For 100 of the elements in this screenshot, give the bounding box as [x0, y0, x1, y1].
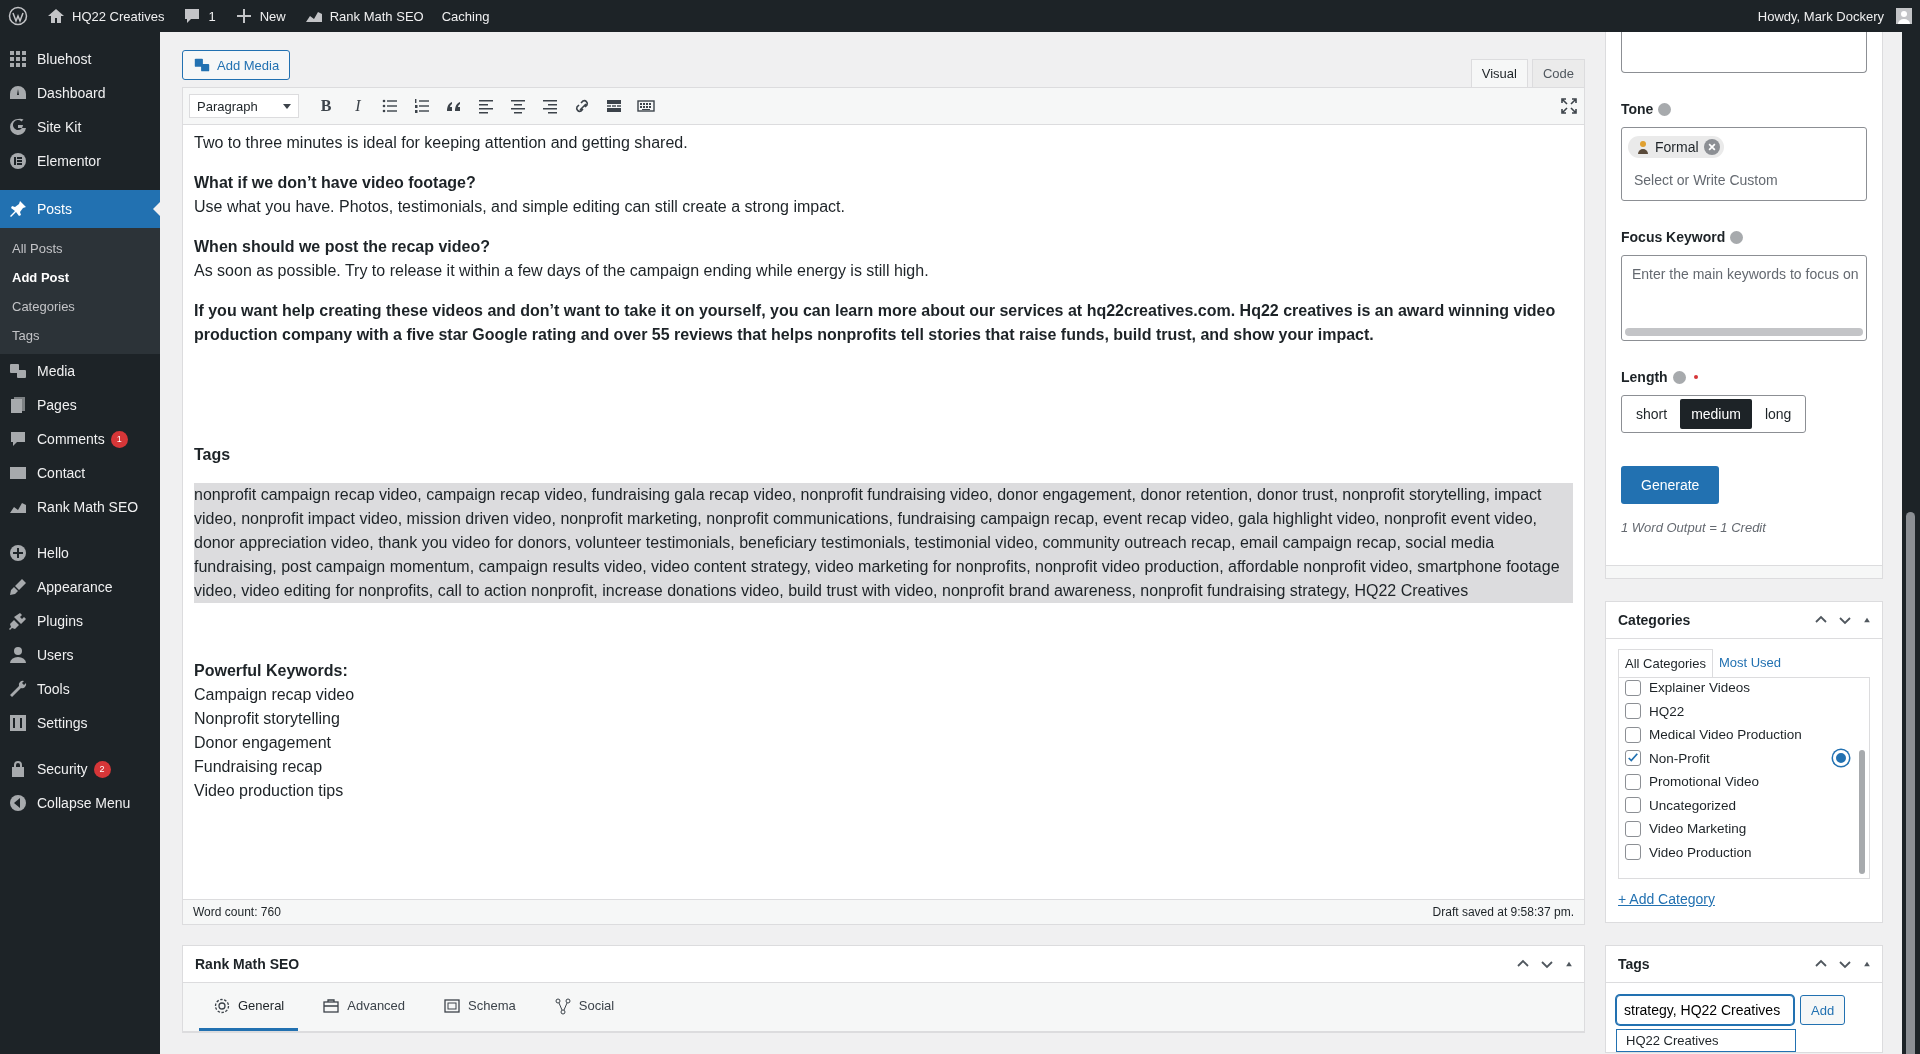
editor-tab[interactable]: Code	[1531, 59, 1585, 87]
seo-tab[interactable]: General	[199, 983, 299, 1031]
checkbox[interactable]	[1625, 679, 1641, 696]
checkbox[interactable]	[1625, 797, 1641, 814]
seo-tab[interactable]: Social	[539, 983, 629, 1031]
comments-link[interactable]: 1	[182, 6, 216, 26]
section-heading: Tags	[194, 445, 232, 465]
menu-item[interactable]: Pages	[0, 388, 160, 422]
brush-icon	[8, 577, 28, 597]
menu-item[interactable]: Contact	[0, 456, 160, 490]
menu-item[interactable]: Security 2	[0, 752, 160, 786]
editor-tab[interactable]: Visual	[1470, 59, 1528, 87]
menu-item[interactable]: Dashboard	[0, 76, 160, 110]
checkbox[interactable]	[1625, 703, 1641, 720]
menu-item[interactable]: Media	[0, 354, 160, 388]
submenu-item[interactable]: All Posts	[0, 234, 160, 263]
add-tag-button[interactable]: Add	[1800, 995, 1846, 1025]
link-icon[interactable]	[573, 97, 591, 115]
length-option[interactable]: short	[1625, 399, 1679, 429]
plug-icon	[8, 611, 28, 631]
align-center-icon[interactable]	[509, 97, 527, 115]
checkbox[interactable]	[1625, 726, 1641, 743]
menu-item[interactable]: Collapse Menu	[0, 786, 160, 820]
align-left-icon[interactable]	[477, 97, 495, 115]
media-icon	[193, 56, 211, 74]
menu-item[interactable]: Appearance	[0, 570, 160, 604]
category-label: Promotional Video	[1649, 774, 1760, 790]
keyword-line: Fundraising recap	[194, 757, 324, 777]
menu-item[interactable]: Elementor	[0, 144, 160, 178]
selected-text: nonprofit campaign recap video, campaign recap video, fundraising gala recap video, nonprofit fundraising video, donor engagement, donor retention, donor trust, nonprofit storytelling, impact video, nonprofit impact video, mission driven video, nonprofit marketing, nonprofit communications, fundraising campaign recap, event recap video, gala highlight video, nonprofit event video, donor appreciation video, thank you video for donors, volunteer testimonials, beneficiary testimonials, testimonial video, community outreach recap, email campaign recap, social media fundraising, post campaign momentum, campaign results video, video content strategy, video marketing for nonprofits, nonprofit video production, affordable nonprofit video, smartphone footage video, video editing for nonprofits, call to action nonprofit, increase donations video, build trust with video, nonprofit brand awareness, nonprofit fundraising strategy, HQ22 Creatives	[194, 483, 1573, 603]
keyboard-icon[interactable]	[637, 97, 655, 115]
tag-input[interactable]: strategy, HQ22 Creatives	[1616, 995, 1794, 1025]
text-area[interactable]	[1621, 32, 1867, 73]
figure-icon	[1636, 140, 1650, 154]
category-tab[interactable]: Most Used	[1712, 649, 1788, 677]
scrollbar[interactable]	[1625, 328, 1863, 336]
menu-item[interactable]: Comments 1	[0, 422, 160, 456]
menu-item[interactable]: Bluehost	[0, 42, 160, 76]
count-badge: 1	[110, 430, 128, 448]
bold-button[interactable]: B	[317, 97, 335, 115]
italic-button[interactable]: I	[349, 97, 367, 115]
account-link[interactable]: Howdy, Mark Dockery	[1757, 8, 1912, 24]
submenu-item[interactable]: Categories	[0, 292, 160, 321]
answer: Use what you have. Photos, testimonials, and simple editing can still create a strong impact.	[194, 197, 846, 217]
admin-bar-link[interactable]: Caching	[441, 8, 490, 24]
tone-placeholder: Select or Write Custom	[1633, 172, 1779, 188]
primary-radio[interactable]	[1833, 750, 1849, 767]
tag-suggestion[interactable]: HQ22 Creatives	[1616, 1029, 1796, 1052]
collapse-icon	[8, 793, 28, 813]
checkbox[interactable]	[1625, 750, 1641, 767]
scrollbar[interactable]	[1902, 32, 1920, 1054]
add-media-button[interactable]: Add Media	[182, 50, 291, 80]
site-name-link[interactable]: HQ22 Creatives	[46, 6, 165, 26]
category-tab[interactable]: All Categories	[1618, 649, 1713, 678]
numbered-list-icon[interactable]	[413, 97, 431, 115]
length-option[interactable]: long	[1753, 399, 1803, 429]
bulleted-list-icon[interactable]	[381, 97, 399, 115]
draft-saved-note: Draft saved at 9:58:37 pm.	[1432, 905, 1574, 919]
keyword-field[interactable]: Enter the main keywords to focus on	[1621, 255, 1867, 341]
checkbox[interactable]	[1625, 844, 1641, 861]
plus-icon	[8, 543, 28, 563]
admin-bar-link[interactable]: Rank Math SEO	[303, 6, 424, 26]
menu-item[interactable]: Tools	[0, 672, 160, 706]
credit-note: 1 Word Output = 1 Credit	[1621, 520, 1768, 535]
submenu-item[interactable]: Add Post	[0, 263, 160, 292]
media-icon	[8, 361, 28, 381]
checkbox[interactable]	[1625, 820, 1641, 837]
pushpin-icon	[8, 199, 28, 219]
menu-item[interactable]: Plugins	[0, 604, 160, 638]
read-more-icon[interactable]	[605, 97, 623, 115]
new-link[interactable]: New	[233, 6, 286, 26]
briefcase-icon	[322, 996, 341, 1015]
length-option[interactable]: medium	[1680, 399, 1752, 429]
category-label: Video Production	[1649, 844, 1752, 860]
fullscreen-icon[interactable]	[1560, 97, 1578, 115]
format-select[interactable]: Paragraph	[189, 94, 299, 118]
menu-item[interactable]: Settings	[0, 706, 160, 740]
gear-icon	[213, 996, 231, 1015]
keyword-line: Nonprofit storytelling	[194, 709, 341, 729]
add-category-link[interactable]: + Add Category	[1618, 891, 1715, 907]
align-right-icon[interactable]	[541, 97, 559, 115]
menu-item[interactable]: Users	[0, 638, 160, 672]
submenu-item[interactable]: Tags	[0, 321, 160, 350]
seo-tab[interactable]: Advanced	[308, 983, 420, 1031]
nodes-icon	[553, 996, 572, 1015]
wordpress-logo-icon[interactable]	[8, 6, 28, 26]
question: What if we don’t have video footage?	[194, 173, 477, 193]
required-mark	[1693, 375, 1698, 379]
question: When should we post the recap video?	[194, 237, 492, 257]
remove-icon[interactable]	[1703, 139, 1720, 155]
menu-item[interactable]: Site Kit	[0, 110, 160, 144]
panel-title: Rank Math SEO	[195, 956, 301, 972]
seo-tab[interactable]: Schema	[429, 983, 530, 1031]
tone-field[interactable]: Formal Select or Write Custom	[1621, 127, 1867, 201]
menu-item[interactable]: Hello	[0, 536, 160, 570]
menu-item[interactable]: Rank Math SEO	[0, 490, 160, 524]
checkbox[interactable]	[1625, 773, 1641, 790]
field-label: Length	[1621, 369, 1668, 385]
generate-button[interactable]: Generate	[1621, 466, 1720, 504]
menu-item[interactable]: Posts	[0, 190, 160, 228]
